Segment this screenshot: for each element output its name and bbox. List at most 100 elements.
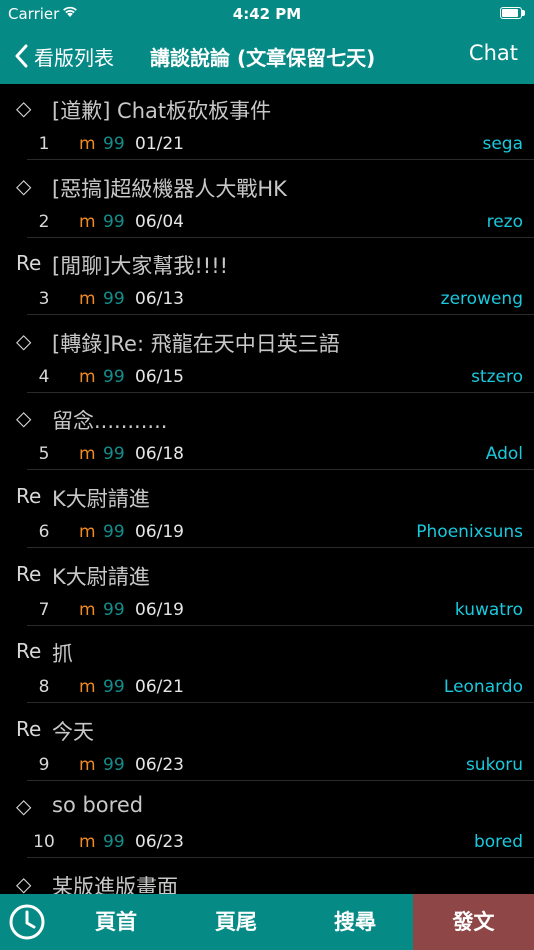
row-divider [27, 857, 534, 859]
clock-time: 4:42 PM [232, 5, 302, 23]
post-row[interactable]: Re [閒聊]大家幫我!!!! 3 m 99 06/13 zeroweng [0, 239, 534, 317]
row-divider [27, 546, 534, 548]
post-date: 06/15 [135, 366, 184, 387]
first-page-button[interactable]: 頁首 [56, 894, 176, 950]
status-bar: Carrier 4:42 PM [0, 0, 534, 28]
back-button[interactable]: 看版列表 [14, 40, 114, 72]
new-post-button[interactable]: 發文 [413, 894, 534, 950]
post-row[interactable]: ◇ 留念........... 5 m 99 06/18 Adol [0, 394, 534, 472]
chevron-left-icon [14, 44, 28, 68]
page-title: 講談說論 (文章保留七天) [150, 46, 376, 70]
post-date: 06/23 [135, 754, 184, 775]
post-flag: m [79, 832, 96, 853]
post-score: 99 [103, 521, 125, 542]
row-divider [27, 702, 534, 704]
post-date: 06/21 [135, 677, 184, 698]
row-divider [27, 159, 534, 160]
post-row[interactable]: ◇ [轉錄]Re: 飛龍在天中日英三語 4 m 99 06/15 stzero [0, 317, 534, 395]
post-score: 99 [103, 134, 125, 154]
post-row[interactable]: Re K大尉請進 7 m 99 06/19 kuwatro [0, 550, 534, 628]
post-author[interactable]: Leonardo [444, 677, 523, 697]
post-row[interactable]: Re 抓 8 m 99 06/21 Leonardo [0, 627, 534, 705]
post-row[interactable]: Re K大尉請進 6 m 99 06/19 Phoenixsuns [0, 472, 534, 550]
post-score: 99 [103, 832, 125, 853]
post-author[interactable]: Phoenixsuns [416, 522, 523, 542]
post-row[interactable]: ◇ [道歉] Chat板砍板事件 1 m 99 01/21 sega [0, 84, 534, 162]
post-title: 今天 [52, 719, 94, 744]
post-number: 3 [38, 289, 50, 310]
post-number: 6 [38, 521, 50, 542]
post-score: 99 [103, 289, 125, 310]
post-row[interactable]: Re 今天 9 m 99 06/23 sukoru [0, 705, 534, 783]
post-title: [閒聊]大家幫我!!!! [52, 254, 229, 279]
post-title: 抓 [52, 642, 73, 667]
post-date: 06/19 [135, 599, 184, 620]
post-author[interactable]: Adol [486, 444, 523, 464]
post-number: 1 [38, 134, 50, 154]
post-flag: m [79, 599, 96, 620]
post-flag: m [79, 211, 96, 232]
post-mark: ◇ [16, 96, 32, 120]
post-title: 某版進版畫面 [52, 874, 178, 894]
row-divider [27, 314, 534, 316]
post-author[interactable]: bored [474, 832, 523, 852]
post-number: 7 [38, 599, 50, 620]
clock-icon[interactable] [8, 903, 46, 941]
post-title: [轉錄]Re: 飛龍在天中日英三語 [52, 331, 340, 356]
search-button[interactable]: 搜尋 [296, 894, 414, 950]
post-author[interactable]: sega [482, 134, 523, 154]
post-list: ◇ [道歉] Chat板砍板事件 1 m 99 01/21 sega ◇ [惡搞… [0, 84, 534, 894]
post-title: 留念........... [52, 409, 168, 434]
post-flag: m [79, 289, 96, 310]
post-score: 99 [103, 444, 125, 465]
post-date: 06/23 [135, 832, 184, 853]
bottom-toolbar: 頁首 頁尾 搜尋 發文 [0, 894, 534, 950]
row-divider [27, 779, 534, 781]
post-mark: Re [16, 561, 42, 586]
post-score: 99 [103, 366, 125, 387]
row-divider [27, 236, 534, 238]
post-title: K大尉請進 [52, 564, 150, 589]
post-mark: ◇ [16, 794, 32, 819]
post-date: 06/19 [135, 521, 184, 542]
post-mark: ◇ [16, 328, 32, 353]
post-mark: Re [16, 716, 42, 741]
row-divider [27, 624, 534, 626]
post-number: 2 [38, 211, 50, 232]
post-score: 99 [103, 754, 125, 775]
last-page-button[interactable]: 頁尾 [176, 894, 296, 950]
post-score: 99 [103, 211, 125, 232]
post-flag: m [79, 677, 96, 698]
post-score: 99 [103, 677, 125, 698]
post-number: 5 [38, 444, 50, 465]
post-date: 06/04 [135, 211, 184, 232]
post-author[interactable]: zeroweng [441, 289, 523, 309]
post-mark: ◇ [16, 173, 32, 198]
post-mark: ◇ [16, 406, 32, 431]
row-divider [27, 391, 534, 393]
post-mark: Re [16, 639, 42, 664]
post-flag: m [79, 754, 96, 775]
post-author[interactable]: sukoru [466, 755, 523, 775]
post-flag: m [79, 134, 96, 154]
post-number: 4 [38, 366, 50, 387]
post-flag: m [79, 366, 96, 387]
post-author[interactable]: stzero [471, 367, 523, 387]
post-title: [惡搞]超級機器人大戰HK [52, 176, 287, 201]
post-row[interactable]: ◇ [惡搞]超級機器人大戰HK 2 m 99 06/04 rezo [0, 162, 534, 240]
post-date: 06/13 [135, 289, 184, 310]
post-row[interactable]: ◇ 某版進版畫面 [0, 860, 534, 894]
post-date: 06/18 [135, 444, 184, 465]
board-name-button[interactable]: Chat [469, 41, 518, 65]
post-author[interactable]: kuwatro [455, 600, 523, 620]
post-row[interactable]: ◇ so bored 10 m 99 06/23 bored [0, 782, 534, 860]
post-number: 8 [38, 677, 50, 698]
back-label: 看版列表 [34, 45, 114, 70]
post-author[interactable]: rezo [487, 212, 523, 232]
row-divider [27, 469, 534, 471]
navigation-bar: 看版列表 講談說論 (文章保留七天) Chat [0, 28, 534, 84]
post-score: 99 [103, 599, 125, 620]
post-mark: ◇ [16, 871, 32, 894]
post-date: 01/21 [135, 134, 184, 154]
post-title: so bored [52, 793, 144, 818]
